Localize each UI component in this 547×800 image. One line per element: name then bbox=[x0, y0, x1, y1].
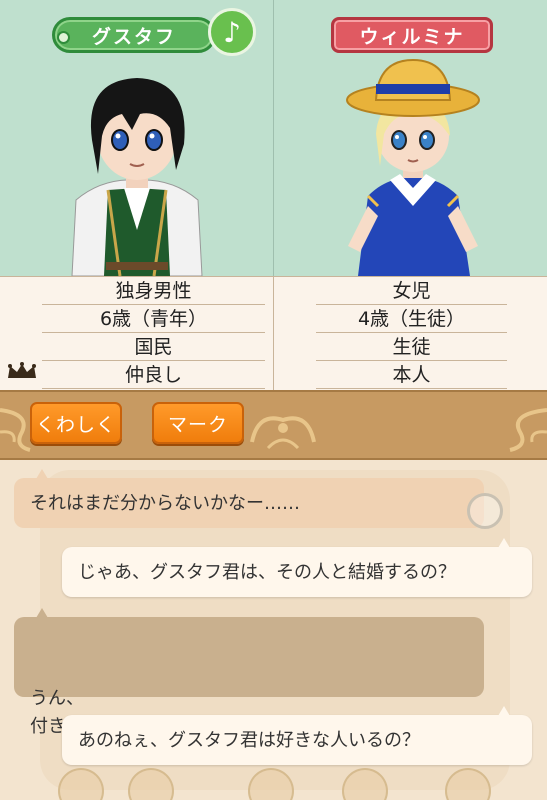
right-character-panel[interactable]: ウィルミナ bbox=[273, 0, 547, 276]
right-info-role: 生徒 bbox=[316, 333, 507, 361]
music-note-icon[interactable]: ♪ bbox=[208, 8, 256, 56]
menu-icon-1[interactable] bbox=[58, 768, 104, 800]
ornament-right-icon bbox=[509, 408, 547, 452]
profile-info-table: 独身男性 6歳（青年） 国民 仲良し 女児 4歳（生徒） 生徒 本人 bbox=[0, 276, 547, 391]
chat-bubble-left: それはまだ分からないかなー…… bbox=[14, 469, 484, 528]
chat-bubble-right: あのねぇ、グスタフ君は好きな人いるの？ bbox=[62, 706, 532, 765]
left-profile-column: 独身男性 6歳（青年） 国民 仲良し bbox=[0, 277, 273, 391]
menu-icon-5[interactable] bbox=[445, 768, 491, 800]
left-info-status: 独身男性 bbox=[42, 277, 265, 305]
gustav-portrait bbox=[71, 78, 203, 276]
crown-icon bbox=[8, 362, 36, 378]
menu-icon-3[interactable] bbox=[248, 768, 294, 800]
chat-log[interactable]: それはまだ分からないかなー…… じゃあ、グスタフ君は、その人と結婚するの？ うん… bbox=[0, 460, 547, 800]
right-character-name: ウィルミナ bbox=[359, 25, 465, 48]
chat-bubble-right: じゃあ、グスタフ君は、その人と結婚するの？ bbox=[62, 538, 532, 597]
action-bar: くわしく マーク bbox=[0, 390, 547, 460]
right-info-relation: 本人 bbox=[316, 361, 507, 389]
chat-text: あのねぇ、グスタフ君は好きな人いるの？ bbox=[78, 730, 420, 751]
chat-bubble-left: うん、 付き合ってる人がいるんだ bbox=[14, 608, 484, 737]
left-character-panel[interactable]: グスタフ ♪ bbox=[0, 0, 273, 276]
left-info-age: 6歳（青年） bbox=[42, 305, 265, 333]
left-character-name: グスタフ bbox=[91, 25, 176, 48]
wilmina-portrait bbox=[346, 58, 480, 276]
bottom-menu bbox=[0, 768, 547, 800]
touch-hand-icon[interactable] bbox=[467, 493, 503, 529]
menu-icon-4[interactable] bbox=[342, 768, 388, 800]
portrait-area: グスタフ ♪ ウィルミナ bbox=[0, 0, 547, 276]
right-profile-column: 女児 4歳（生徒） 生徒 本人 bbox=[273, 277, 547, 391]
left-info-role: 国民 bbox=[42, 333, 265, 361]
details-button[interactable]: くわしく bbox=[30, 402, 122, 444]
right-character-name-tag: ウィルミナ bbox=[331, 17, 493, 53]
left-character-name-tag: グスタフ bbox=[52, 17, 216, 53]
right-info-status: 女児 bbox=[316, 277, 507, 305]
ornament-center-icon bbox=[250, 416, 316, 450]
left-info-relation: 仲良し bbox=[42, 361, 265, 389]
chat-text: じゃあ、グスタフ君は、その人と結婚するの？ bbox=[78, 562, 456, 583]
help-icon[interactable] bbox=[128, 768, 174, 800]
mark-button[interactable]: マーク bbox=[152, 402, 244, 444]
chat-text: それはまだ分からないかなー…… bbox=[30, 493, 300, 514]
right-info-age: 4歳（生徒） bbox=[316, 305, 507, 333]
